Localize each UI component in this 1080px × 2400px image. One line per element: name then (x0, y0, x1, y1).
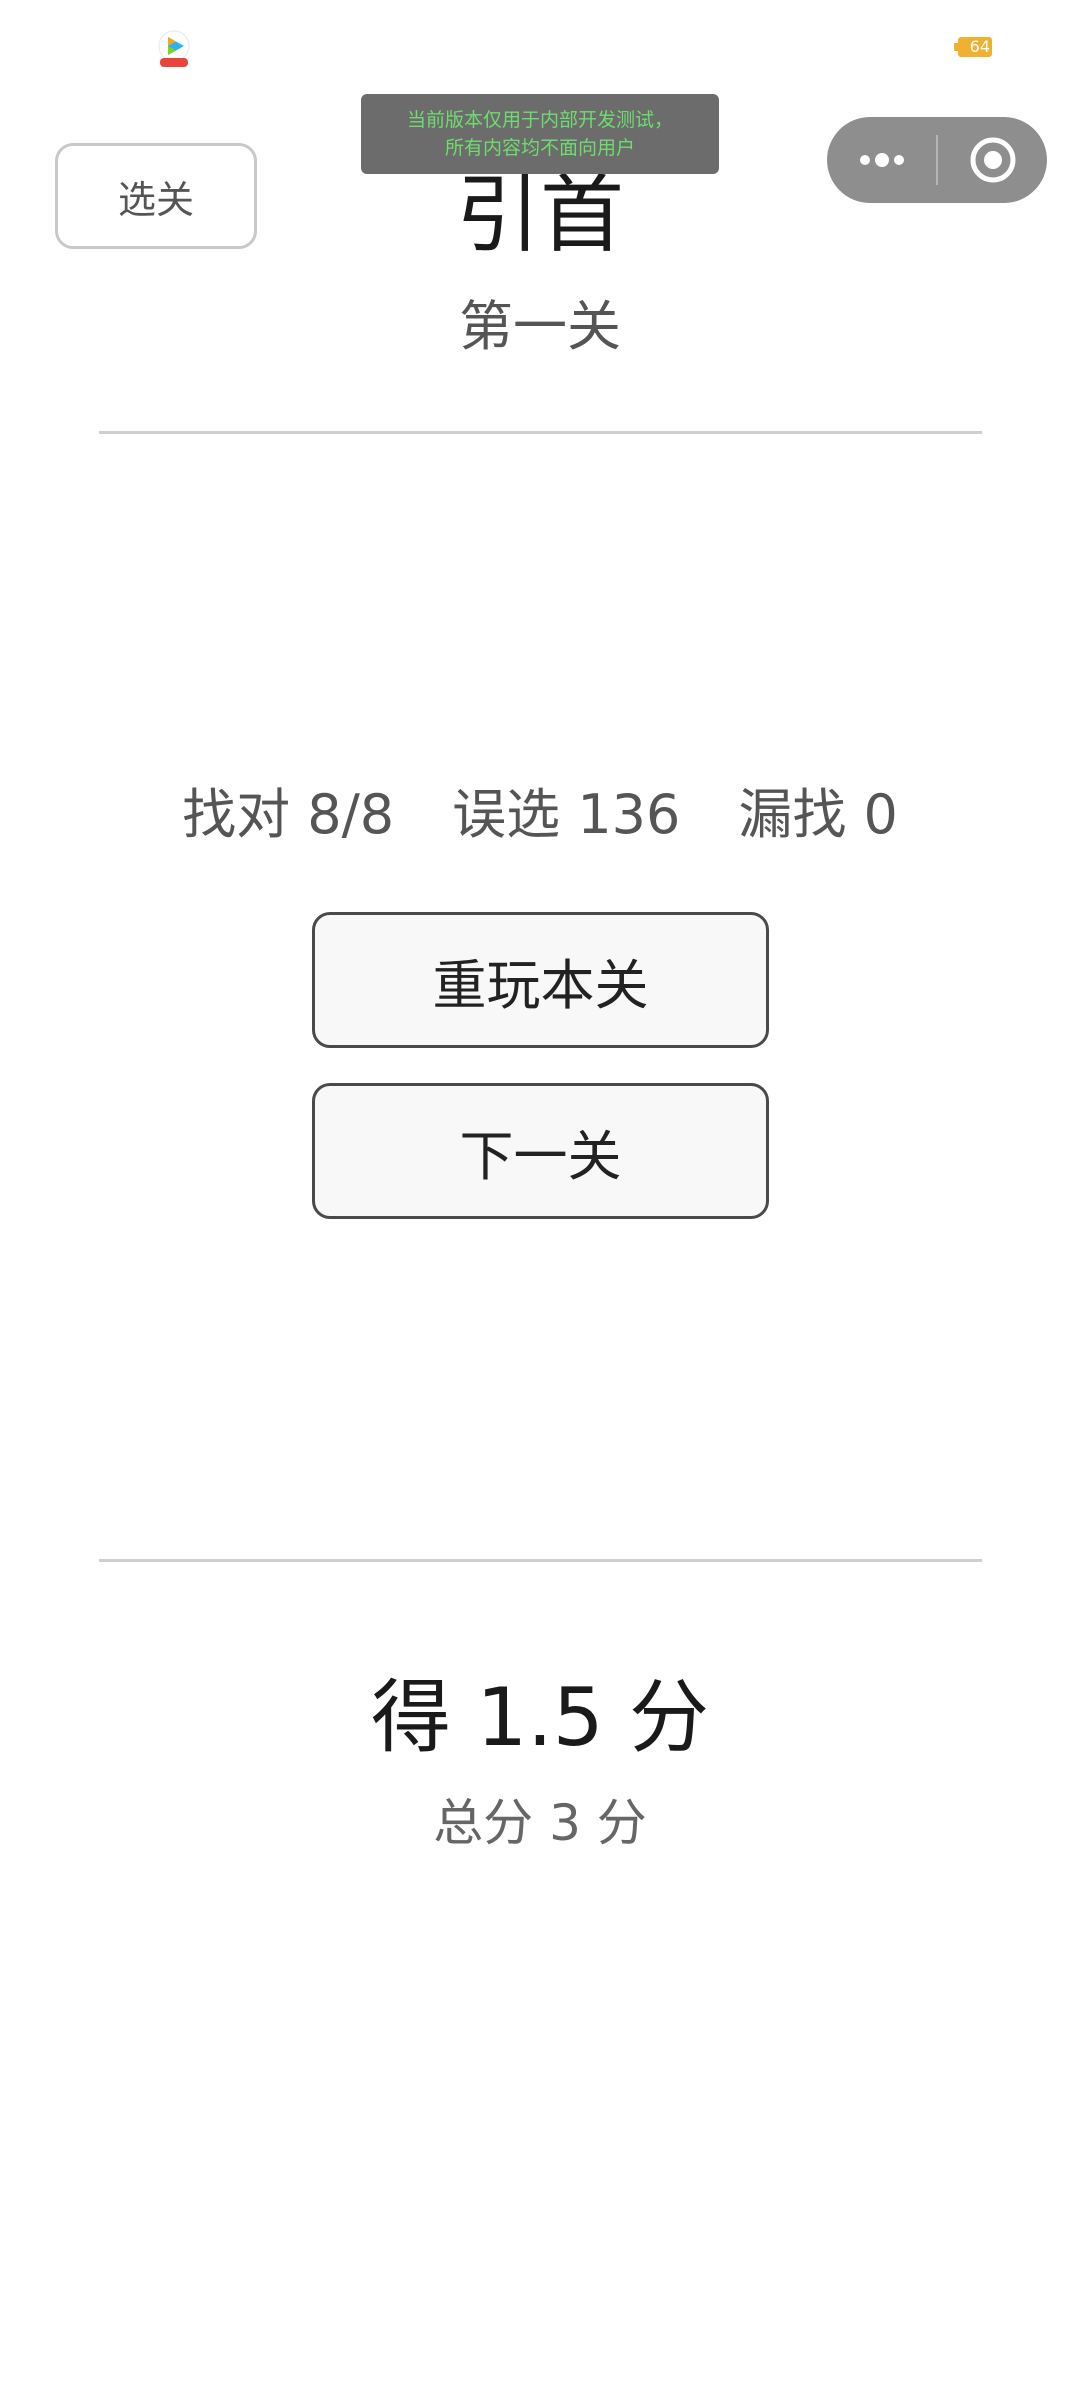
found-count: 找对 8/8 (182, 783, 395, 846)
close-miniprogram-button[interactable] (938, 117, 1047, 203)
top-divider (99, 431, 982, 434)
dev-notice-line1: 当前版本仅用于内部开发测试， (406, 109, 673, 131)
dev-notice-line2: 所有内容均不面向用户 (444, 137, 635, 159)
next-level-label: 下一关 (459, 1124, 622, 1188)
earned-score: 得 1.5 分 (370, 1671, 710, 1764)
status-app-icon (154, 28, 194, 68)
more-dots-icon (859, 153, 904, 167)
replay-level-label: 重玩本关 (432, 953, 649, 1017)
total-score: 总分 3 分 (433, 1794, 647, 1852)
battery-indicator: 64 (954, 37, 992, 57)
dev-notice-toast: 当前版本仅用于内部开发测试， 所有内容均不面向用户 (361, 94, 719, 174)
replay-level-button[interactable]: 重玩本关 (312, 912, 769, 1048)
missed-count: 漏找 0 (738, 783, 898, 846)
result-stats: 找对 8/8 误选 136 漏找 0 (0, 780, 1080, 850)
bottom-divider (99, 1559, 982, 1562)
wrong-count: 误选 136 (452, 783, 681, 846)
more-button[interactable] (827, 117, 936, 203)
next-level-button[interactable]: 下一关 (312, 1083, 769, 1219)
level-subtitle: 第一关 (459, 295, 621, 358)
target-close-icon (970, 137, 1015, 183)
capsule-menu (827, 117, 1047, 203)
